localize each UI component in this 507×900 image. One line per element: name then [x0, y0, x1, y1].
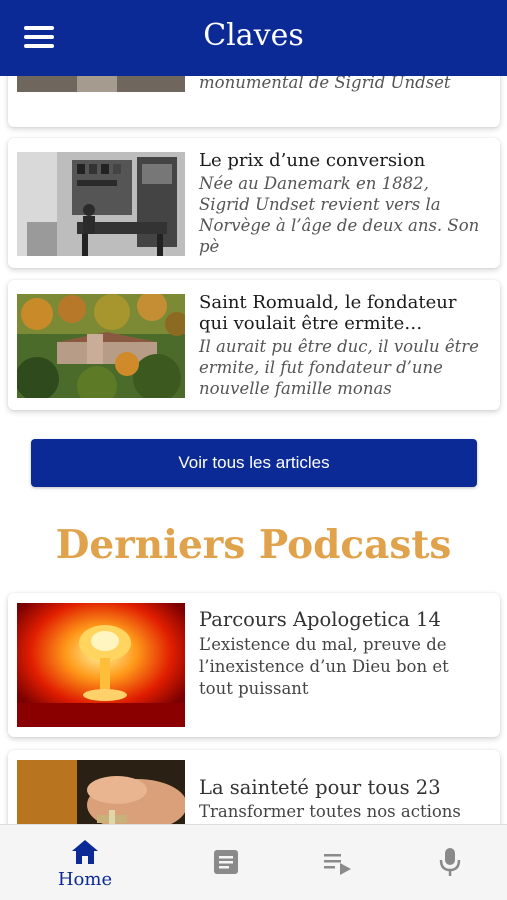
playlist-icon — [324, 854, 351, 875]
main-content: monumental de Sigrid Undset Le prix d’un… — [0, 0, 507, 824]
nav-articles[interactable] — [176, 825, 276, 900]
podcast-title: Parcours Apologetica 14 — [199, 608, 441, 631]
nav-home-label: Home — [57, 869, 113, 890]
microphone-icon — [439, 848, 461, 876]
all-articles-button[interactable]: Voir tous les articles — [31, 439, 477, 487]
article-excerpt: Née au Danemark en 1882, Sigrid Undset r… — [199, 174, 480, 256]
article-icon — [214, 850, 238, 874]
app-title: Claves — [203, 18, 304, 53]
article-thumbnail — [17, 152, 185, 256]
podcast-subtitle: Transformer toutes nos actions — [199, 802, 461, 821]
podcast-title: La sainteté pour tous 23 — [199, 776, 441, 799]
podcast-subtitle: L’existence du mal, preuve de l’inexiste… — [199, 635, 449, 698]
nav-playlist[interactable] — [288, 825, 388, 900]
podcast-thumbnail — [17, 760, 185, 824]
podcasts-section-heading: Derniers Podcasts — [55, 522, 452, 568]
article-thumbnail — [17, 294, 185, 398]
nav-podcasts[interactable] — [400, 825, 500, 900]
bottom-navigation: Home — [0, 824, 507, 900]
article-excerpt: Il aurait pu être duc, il voulu être erm… — [199, 337, 479, 398]
podcast-thumbnail — [17, 603, 185, 727]
article-title: Saint Romuald, le fondateur qui voulait … — [199, 292, 457, 334]
podcast-card[interactable]: La sainteté pour tous 23 Transformer tou… — [8, 750, 500, 824]
article-title: Le prix d’une conversion — [199, 150, 426, 171]
nav-home[interactable]: Home — [35, 825, 135, 900]
article-card[interactable]: Saint Romuald, le fondateur qui voulait … — [8, 280, 500, 410]
article-card[interactable]: Le prix d’une conversion Née au Danemark… — [8, 138, 500, 268]
top-app-bar: Claves — [0, 0, 507, 76]
podcast-card[interactable]: Parcours Apologetica 14 L’existence du m… — [8, 593, 500, 737]
home-icon — [72, 840, 98, 864]
